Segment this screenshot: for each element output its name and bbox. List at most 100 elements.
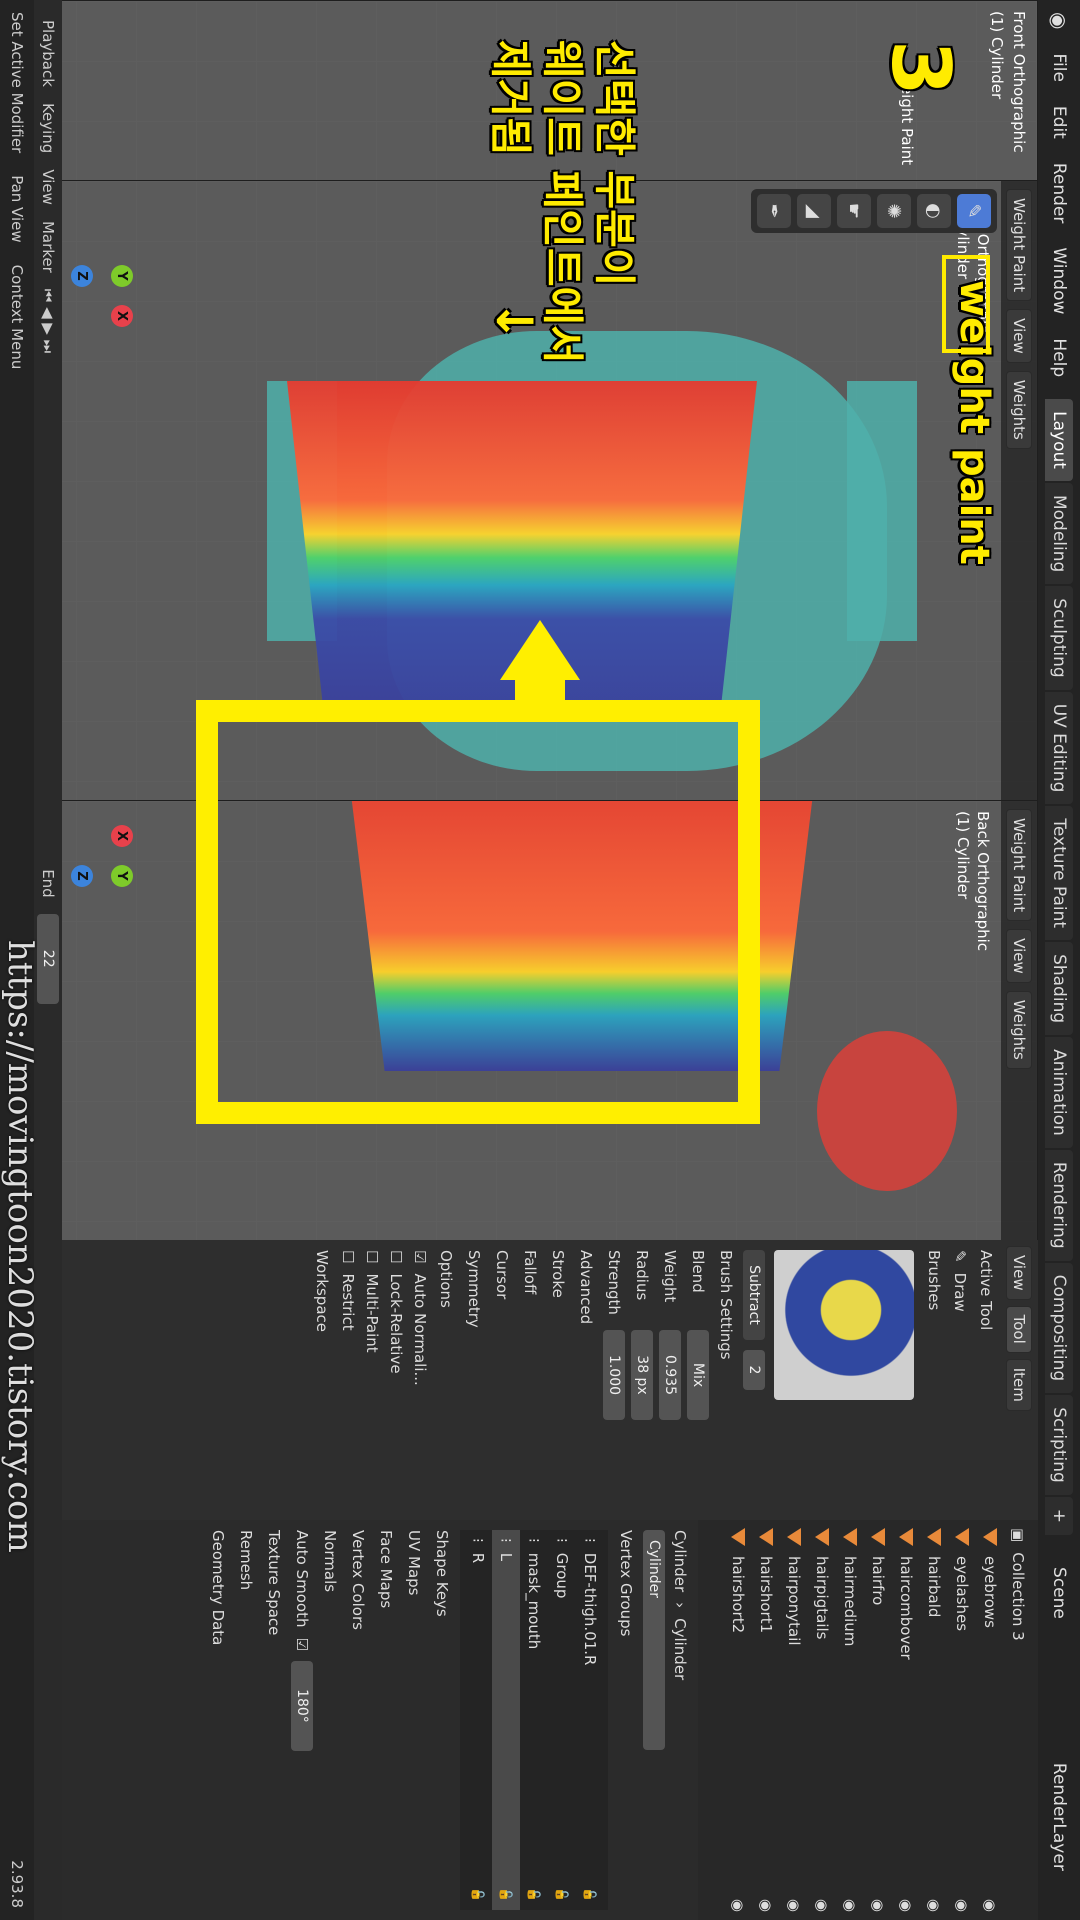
stroke-header[interactable]: Stroke (544, 1240, 572, 1520)
mode-dropdown-back[interactable]: Weight Paint (1006, 809, 1032, 922)
menu-file[interactable]: File (1049, 41, 1069, 93)
outliner-item[interactable]: hairpigtails ◉ (808, 1520, 836, 1920)
radius-field[interactable]: 38 px (631, 1330, 653, 1420)
weights-menu-back[interactable]: Weights (1006, 990, 1032, 1069)
outliner-item[interactable]: hairmedium ◉ (836, 1520, 864, 1920)
visibility-eye-icon[interactable]: ◉ (785, 1899, 803, 1912)
sample-weight-icon[interactable]: ✒ (757, 194, 791, 228)
tab-scripting[interactable]: Scripting (1045, 1395, 1073, 1495)
object-breadcrumb[interactable]: Cylinder (671, 1530, 689, 1592)
lock-icon[interactable]: 🔓 (471, 1887, 485, 1902)
multi-paint-checkbox[interactable]: ☐ (363, 1250, 381, 1263)
menu-window[interactable]: Window (1049, 235, 1069, 326)
texture-space-header[interactable]: Texture Space (260, 1520, 288, 1920)
lock-icon[interactable]: 🔓 (583, 1887, 597, 1902)
vertex-group-row[interactable]: ⁝ mask_mouth 🔓 (520, 1530, 548, 1910)
vertex-group-row[interactable]: ⁝ R 🔓 (464, 1530, 492, 1910)
shape-keys-header[interactable]: Shape Keys (428, 1520, 456, 1920)
blur-brush-icon[interactable]: ◐ (917, 194, 951, 228)
active-tool-header[interactable]: Active Tool (972, 1240, 1000, 1520)
weights-menu[interactable]: Weights (1006, 370, 1032, 449)
axis-x-back-icon[interactable]: X (111, 825, 133, 847)
vertex-group-row[interactable]: ⁝ Group 🔓 (548, 1530, 576, 1910)
playback-controls-icon[interactable]: ⏮ ◀ ▶ ⏭ (39, 289, 57, 353)
normals-header[interactable]: Normals (316, 1520, 344, 1920)
add-workspace-button[interactable]: + (1045, 1496, 1073, 1536)
end-frame-field[interactable]: 22 (37, 913, 59, 1004)
visibility-eye-icon[interactable]: ◉ (841, 1899, 859, 1912)
blender-logo-icon[interactable]: ◉ (1047, 0, 1071, 41)
lock-icon[interactable]: 🔓 (527, 1887, 541, 1902)
smear-brush-icon[interactable]: ☛ (837, 194, 871, 228)
tab-rendering[interactable]: Rendering (1045, 1149, 1073, 1261)
draw-brush-icon[interactable]: ✎ (957, 194, 991, 228)
tab-tool[interactable]: Tool (1006, 1305, 1032, 1353)
outliner-item[interactable]: hairshort2 ◉ (724, 1520, 752, 1920)
tab-sculpting[interactable]: Sculpting (1045, 586, 1073, 690)
menu-edit[interactable]: Edit (1049, 94, 1069, 151)
cursor-header[interactable]: Cursor (488, 1240, 516, 1520)
collection-name[interactable]: Collection 3 (1009, 1552, 1027, 1641)
uv-maps-header[interactable]: UV Maps (400, 1520, 428, 1920)
view-menu-back[interactable]: View (1006, 929, 1032, 983)
tab-view[interactable]: View (1006, 1246, 1032, 1300)
weight-field[interactable]: 0.935 (659, 1330, 681, 1420)
geometry-data-header[interactable]: Geometry Data (204, 1520, 232, 1920)
blend-dropdown[interactable]: Mix (687, 1330, 709, 1420)
remesh-header[interactable]: Remesh (232, 1520, 260, 1920)
auto-normalize-checkbox[interactable]: ☑ (411, 1250, 429, 1263)
view-menu[interactable]: View (1006, 309, 1032, 363)
lock-icon[interactable]: 🔓 (499, 1887, 513, 1902)
symmetry-header[interactable]: Symmetry (460, 1240, 488, 1520)
axis-x-icon[interactable]: X (111, 305, 133, 327)
mode-dropdown[interactable]: Weight Paint (1006, 189, 1032, 302)
workspace-header[interactable]: Workspace (308, 1240, 336, 1520)
scene-selector[interactable]: Scene (1049, 1555, 1069, 1631)
render-layer-selector[interactable]: RenderLayer (1049, 1751, 1069, 1883)
marker-menu[interactable]: Marker (39, 221, 57, 273)
vertex-group-row[interactable]: ⁝ L 🔓 (492, 1530, 520, 1910)
visibility-eye-icon[interactable]: ◉ (869, 1899, 887, 1912)
visibility-eye-icon[interactable]: ◉ (953, 1899, 971, 1912)
axis-z-back-icon[interactable]: Z (71, 865, 93, 887)
visibility-eye-icon[interactable]: ◉ (813, 1899, 831, 1912)
tab-item[interactable]: Item (1006, 1358, 1032, 1411)
tab-uv-editing[interactable]: UV Editing (1045, 691, 1073, 805)
timeline-view-menu[interactable]: View (39, 169, 57, 205)
options-header[interactable]: Options (432, 1240, 460, 1520)
menu-render[interactable]: Render (1049, 151, 1069, 236)
outliner-item[interactable]: eyebrows ◉ (976, 1520, 1004, 1920)
outliner-item[interactable]: hairshort1 ◉ (752, 1520, 780, 1920)
visibility-eye-icon[interactable]: ◉ (897, 1899, 915, 1912)
auto-smooth-checkbox[interactable]: ☑ (293, 1637, 311, 1650)
tab-animation[interactable]: Animation (1045, 1037, 1073, 1148)
strength-field[interactable]: 1.000 (603, 1330, 625, 1420)
lock-relative-checkbox[interactable]: ☐ (387, 1250, 405, 1263)
tab-compositing[interactable]: Compositing (1045, 1262, 1073, 1394)
vertex-group-list[interactable]: ⁝ DEF-thigh.01.R 🔓 ⁝ Group 🔓 ⁝ mask_mouth 🔓 ⁝ L 🔓 ⁝ R… (460, 1530, 608, 1910)
visibility-eye-icon[interactable]: ◉ (981, 1899, 999, 1912)
restrict-checkbox[interactable]: ☐ (339, 1250, 357, 1263)
vertex-group-row[interactable]: ⁝ DEF-thigh.01.R 🔓 (576, 1530, 604, 1910)
brush-name-field[interactable]: Subtract (743, 1250, 765, 1340)
face-maps-header[interactable]: Face Maps (372, 1520, 400, 1920)
outliner-item[interactable]: eyelashes ◉ (948, 1520, 976, 1920)
vertex-groups-header[interactable]: Vertex Groups (612, 1520, 640, 1920)
nav-gizmo-front[interactable]: Y X Z (67, 221, 177, 331)
falloff-header[interactable]: Falloff (516, 1240, 544, 1520)
brush-settings-header[interactable]: Brush Settings (712, 1240, 740, 1520)
tab-layout[interactable]: Layout (1045, 399, 1073, 481)
axis-z-icon[interactable]: Z (71, 265, 93, 287)
average-brush-icon[interactable]: ✺ (877, 194, 911, 228)
advanced-header[interactable]: Advanced (572, 1240, 600, 1520)
axis-y-back-icon[interactable]: Y (111, 865, 133, 887)
menu-help[interactable]: Help (1049, 326, 1069, 389)
lock-icon[interactable]: 🔓 (555, 1887, 569, 1902)
outliner-item[interactable]: hairbald ◉ (920, 1520, 948, 1920)
keying-menu[interactable]: Keying (39, 103, 57, 153)
outliner-item[interactable]: hairfro ◉ (864, 1520, 892, 1920)
outliner-item[interactable]: hairponytail ◉ (780, 1520, 808, 1920)
playback-menu[interactable]: Playback (39, 20, 57, 87)
tab-texture-paint[interactable]: Texture Paint (1045, 806, 1073, 941)
brushes-header[interactable]: Brushes (920, 1240, 948, 1520)
